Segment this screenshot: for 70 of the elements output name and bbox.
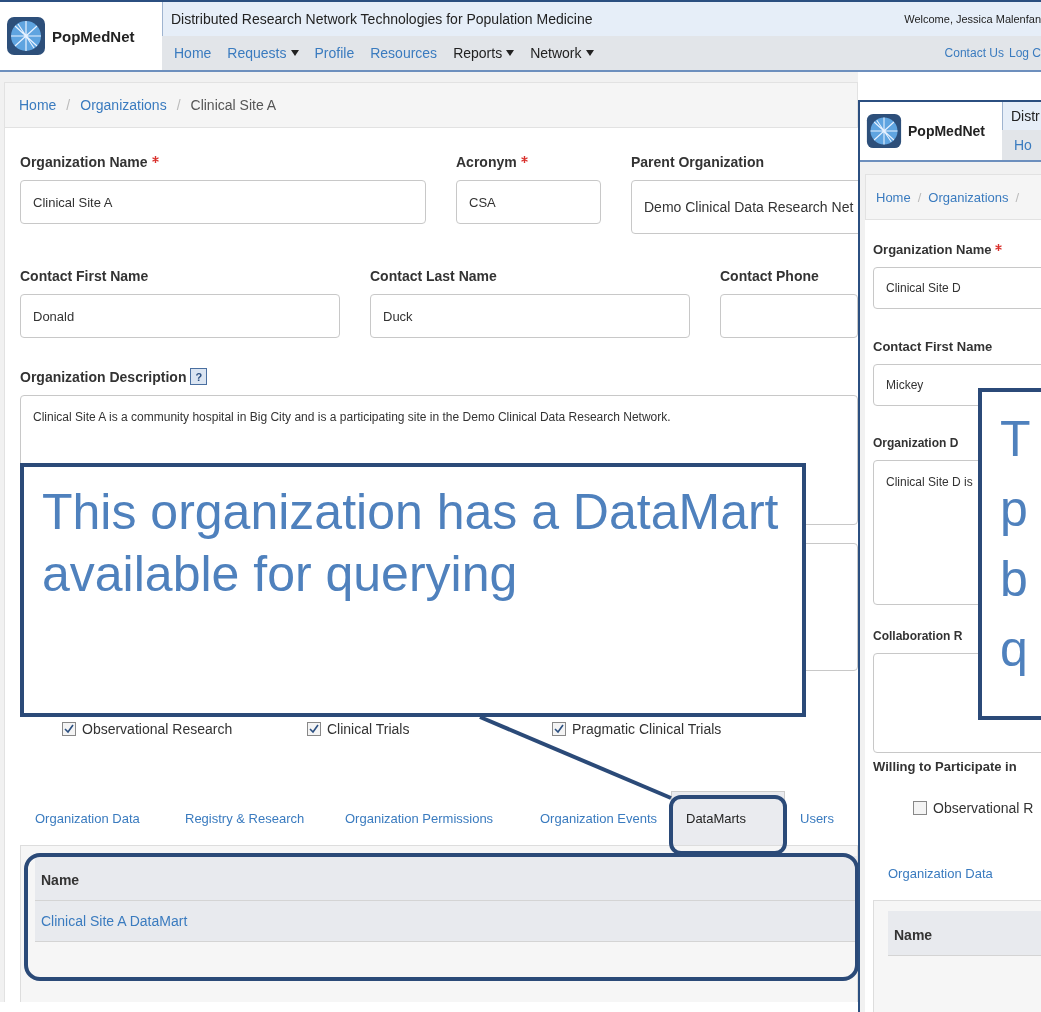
input-field[interactable]: Donald [20,294,340,338]
field-label: Contact First Name [20,268,149,284]
table-link[interactable]: Clinical Site A DataMart [35,901,857,942]
field-label: Collaboration R [873,629,963,643]
breadcrumb-separator: / [176,97,181,113]
input-field[interactable]: CSA [456,180,601,224]
app-logo-text: PopMedNet [908,123,985,139]
field-label: Acronym [456,154,517,170]
breadcrumb-separator: / [1015,189,1020,205]
checkbox[interactable] [307,722,321,736]
checkbox-label: Pragmatic Clinical Trials [572,721,722,737]
tab[interactable]: Organization Permissions [330,791,525,845]
callout-text: q [1000,620,1028,679]
callout-text: T [1000,410,1031,469]
field-label: Willing to Participate in [873,759,1017,774]
breadcrumb-separator: / [917,189,922,205]
window-title: Distr [1011,108,1040,124]
breadcrumb-link[interactable]: Organizations [928,189,1009,205]
breadcrumb-link[interactable]: Home [19,97,57,113]
globe-grid-logo-icon [6,16,46,56]
breadcrumb-link[interactable]: Organizations [80,97,167,113]
nav-link[interactable]: Home [174,45,212,61]
tab[interactable]: DataMarts [671,791,785,845]
field-label: Organization D [873,436,959,450]
breadcrumb-link[interactable]: Home [876,189,911,205]
callout-text: p [1000,480,1028,539]
field-label: Contact Last Name [370,268,497,284]
column-header: Name [888,911,1041,956]
field-label: Organization Name [20,154,148,170]
nav-link[interactable]: Profile [314,45,355,61]
column-header: Name [35,856,857,901]
nav-link[interactable]: Resources [370,45,438,61]
checkbox[interactable] [913,801,927,815]
check-mark-icon [309,724,319,734]
callout-tooltip: This organization has a DataMart available for querying [20,463,806,717]
field-label: Contact First Name [873,339,993,354]
header-link[interactable]: Contact Us [944,46,1004,60]
checkbox-label: Observational R [933,800,1034,816]
callout-text: b [1000,550,1028,609]
checkbox[interactable] [62,722,76,736]
tab[interactable]: Users [785,791,855,845]
window-title: Distributed Research Network Technologies for Population Medicine [171,11,593,27]
tab[interactable]: Registry & Research [170,791,330,845]
app-logo-text: PopMedNet [52,27,135,45]
tab[interactable]: Organization Data [873,846,1008,900]
nav-link[interactable]: Network [530,45,594,61]
tab[interactable]: Organization Data [20,791,170,845]
help-button[interactable]: ? [190,368,208,385]
select-field[interactable]: Demo Clinical Data Research Net [631,180,858,234]
input-field[interactable] [720,294,858,338]
input-field[interactable]: Duck [370,294,690,338]
checkbox-label: Clinical Trials [327,721,410,737]
checkbox[interactable] [552,722,566,736]
nav-link[interactable]: Reports [453,45,515,61]
input-field[interactable]: Clinical Site A [20,180,426,224]
nav-link[interactable]: Requests [227,45,299,61]
field-label: Organization Name [873,242,992,257]
tab[interactable]: Organization Events [525,791,671,845]
field-label: Contact Phone [720,268,819,284]
welcome-text: Welcome, Jessica Malenfan [904,13,1041,25]
breadcrumb-separator: / [66,97,71,113]
checkbox-label: Observational Research [82,721,233,737]
breadcrumb-current: Clinical Site A [190,97,277,113]
globe-grid-logo-icon [866,113,902,149]
check-mark-icon [64,724,74,734]
check-mark-icon [554,724,564,734]
header-link[interactable]: Log C [1008,46,1041,60]
field-label: Organization Description [20,368,187,385]
input-field[interactable]: Clinical Site D [873,267,1041,309]
field-label: Parent Organization [631,154,765,170]
